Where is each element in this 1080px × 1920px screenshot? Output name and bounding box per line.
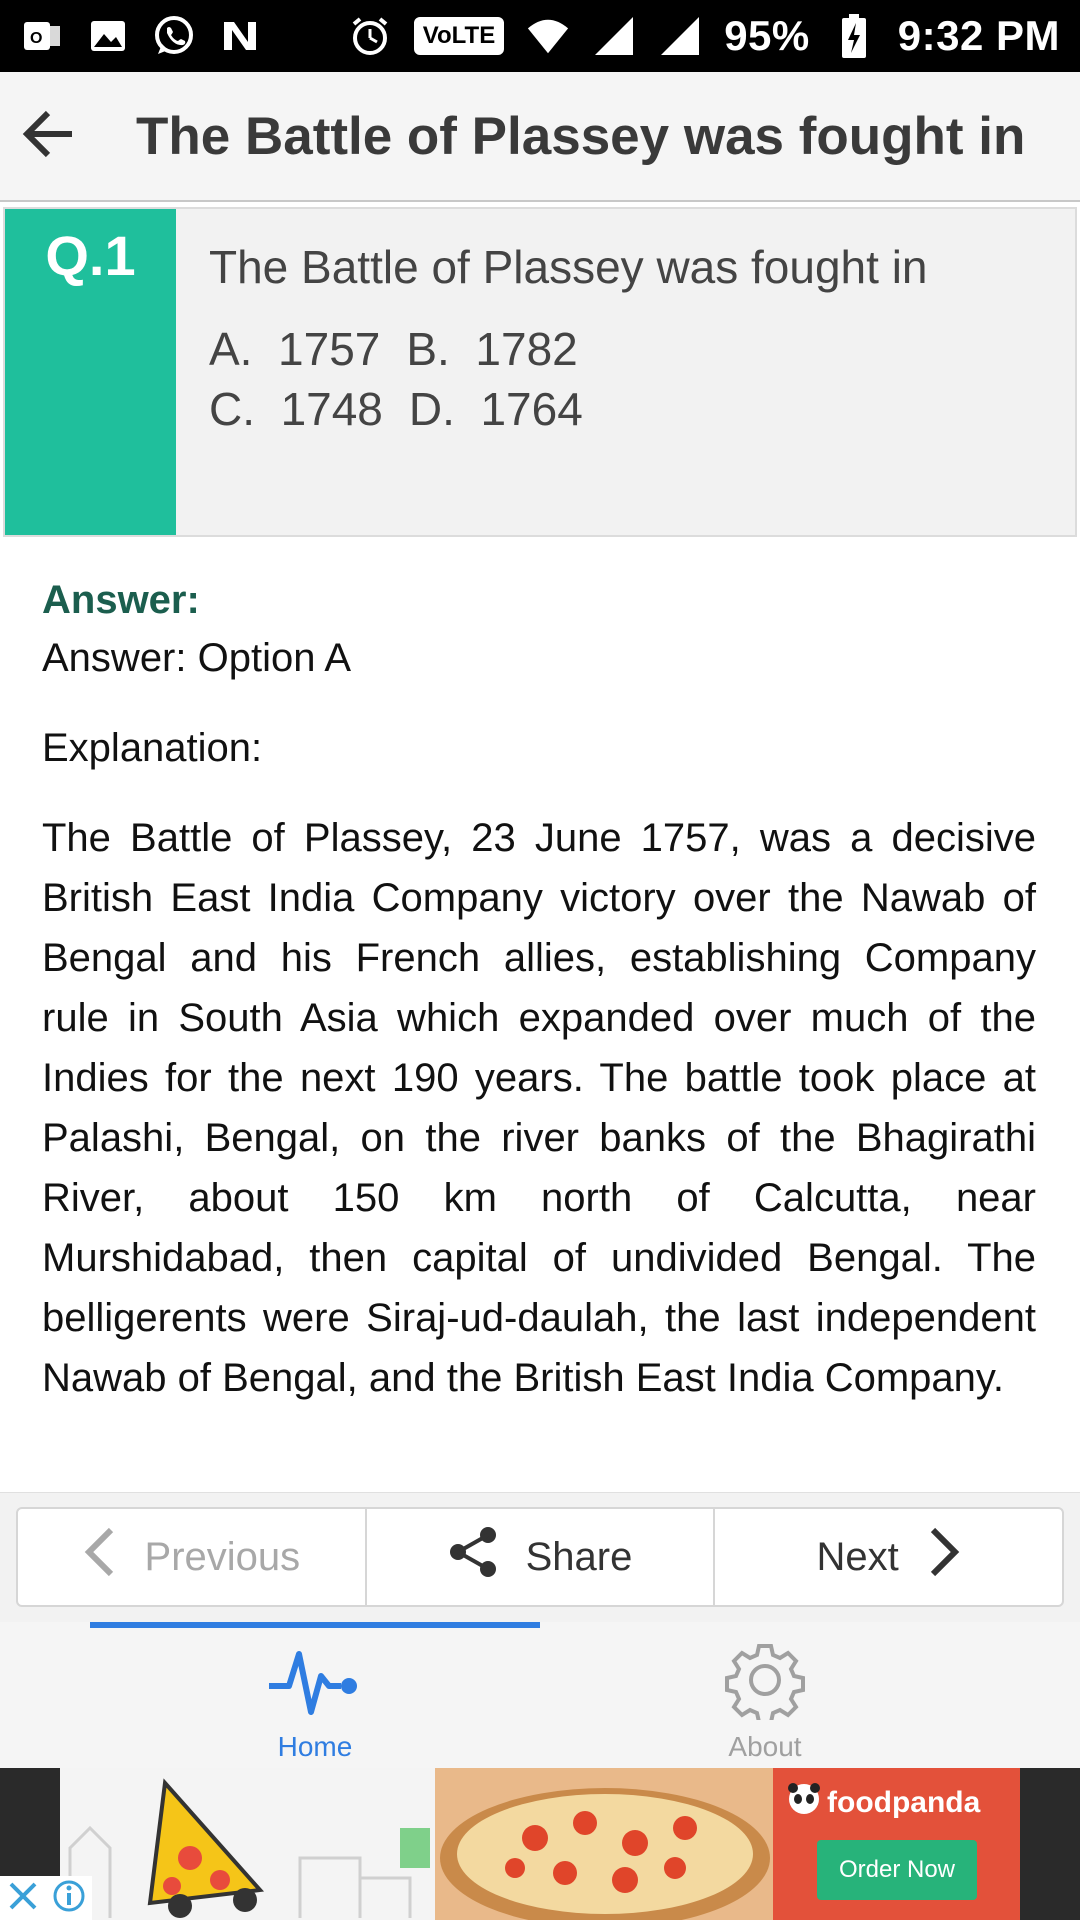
share-button[interactable]: Share (364, 1509, 714, 1605)
pulse-icon (267, 1651, 363, 1724)
panda-icon (787, 1782, 821, 1824)
ad-banner[interactable]: foodpanda Order Now (0, 1768, 1080, 1920)
nav-buttons: Previous Share Next (16, 1507, 1064, 1607)
wifi-icon (526, 14, 570, 58)
option-value: 1782 (475, 323, 578, 375)
battery-charging-icon (832, 14, 876, 58)
share-label: Share (525, 1534, 633, 1579)
app-bar: The Battle of Plassey was fought in (0, 72, 1080, 202)
ad-brand: foodpanda (787, 1782, 980, 1824)
ad-brand-panel: foodpanda Order Now (773, 1768, 1020, 1920)
tab-about-label: About (728, 1731, 802, 1762)
n-app-icon (218, 14, 262, 58)
answer-line: Answer: Option A (42, 636, 352, 680)
status-right: VoLTE 95% 9:32 PM (348, 12, 1060, 60)
option-a[interactable]: A. 1757 (209, 319, 380, 379)
option-letter: B. (406, 323, 450, 375)
option-c[interactable]: C. 1748 (209, 379, 383, 439)
question-text: The Battle of Plassey was fought in (209, 241, 928, 293)
ad-illustration (60, 1768, 435, 1920)
bottom-tab-bar: Home About (0, 1622, 1080, 1768)
order-now-button[interactable]: Order Now (817, 1840, 977, 1900)
ad-pizza-photo (435, 1768, 773, 1920)
question-body: The Battle of Plassey was fought in A. 1… (176, 209, 929, 535)
tab-home[interactable]: Home (165, 1640, 465, 1763)
previous-button[interactable]: Previous (18, 1509, 365, 1605)
next-label: Next (816, 1534, 899, 1579)
question-number: Q.1 (5, 209, 176, 535)
alarm-icon (348, 14, 392, 58)
clock: 9:32 PM (897, 12, 1060, 59)
question-card: Q.1 The Battle of Plassey was fought in … (3, 207, 1077, 537)
close-icon[interactable] (7, 1880, 39, 1917)
option-b[interactable]: B. 1782 (406, 319, 577, 379)
page-title: The Battle of Plassey was fought in (136, 106, 1026, 166)
options-row: A. 1757 B. 1782 (209, 319, 929, 379)
status-left: O (20, 14, 262, 58)
back-arrow-icon (22, 110, 74, 163)
option-value: 1764 (480, 383, 583, 435)
signal-icon (592, 14, 636, 58)
nav-row: Previous Share Next (0, 1492, 1080, 1622)
option-d[interactable]: D. 1764 (409, 379, 583, 439)
signal-icon (658, 14, 702, 58)
previous-label: Previous (144, 1534, 301, 1579)
active-tab-indicator (90, 1622, 540, 1628)
volte-icon: VoLTE (413, 17, 505, 55)
battery-percent: 95% (724, 12, 810, 59)
options-row: C. 1748 D. 1764 (209, 379, 929, 439)
ad-brand-name: foodpanda (827, 1786, 981, 1819)
option-letter: C. (209, 383, 255, 435)
info-icon[interactable] (52, 1879, 86, 1918)
answer-heading: Answer: (42, 578, 200, 622)
chevron-right-icon (927, 1526, 961, 1588)
explanation-text: The Battle of Plassey, 23 June 1757, was… (42, 816, 1036, 1400)
option-value: 1748 (280, 383, 383, 435)
gallery-icon (86, 14, 130, 58)
ad-controls (0, 1876, 92, 1920)
share-icon (448, 1526, 498, 1588)
gear-icon (725, 1644, 805, 1724)
option-value: 1757 (278, 323, 381, 375)
chevron-left-icon (83, 1526, 117, 1588)
explanation-label: Explanation: (42, 726, 263, 770)
answer-section: Answer: Answer: Option A Explanation: Th… (42, 572, 1036, 1408)
whatsapp-icon (152, 14, 196, 58)
outlook-icon: O (20, 14, 64, 58)
next-button[interactable]: Next (713, 1509, 1062, 1605)
back-button[interactable] (0, 71, 96, 201)
question-options: A. 1757 B. 1782 C. 1748 D. 1764 (209, 319, 929, 439)
tab-about[interactable]: About (615, 1640, 915, 1763)
tab-home-label: Home (277, 1731, 353, 1762)
svg-text:O: O (30, 30, 42, 47)
option-letter: D. (408, 383, 455, 435)
option-letter: A. (209, 323, 253, 375)
status-bar: O VoLTE 95% 9:32 PM (0, 0, 1080, 72)
